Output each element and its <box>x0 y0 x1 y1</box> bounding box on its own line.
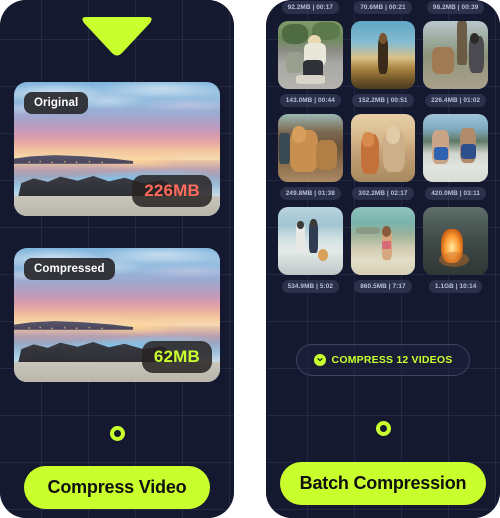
list-item[interactable]: 70.6MB | 00:21 <box>351 0 416 16</box>
compress-all-button[interactable]: COMPRESS 12 VIDEOS <box>296 344 470 376</box>
left-phone-panel: Original 226MB Compressed 62MB Compress … <box>0 0 234 518</box>
list-item[interactable]: 249.8MB | 01:38 <box>278 114 343 202</box>
video-thumbnail[interactable] <box>278 114 343 182</box>
list-item[interactable]: 152.2MB | 00:51 <box>350 21 416 109</box>
video-meta: 1.1GB | 10:14 <box>428 280 483 293</box>
list-item[interactable]: 860.5MB | 7:17 <box>350 207 416 295</box>
list-item[interactable]: 302.2MB | 02:17 <box>350 114 416 202</box>
ring-icon-right <box>266 421 500 436</box>
video-meta: 534.9MB | 5:02 <box>281 280 340 293</box>
original-label: Original <box>24 92 89 114</box>
list-item[interactable]: 226.4MB | 01:02 <box>423 21 488 109</box>
original-video-card[interactable]: Original 226MB <box>14 82 220 216</box>
video-meta: 70.6MB | 00:21 <box>354 1 412 14</box>
compress-video-button[interactable]: Compress Video <box>23 466 211 509</box>
video-meta: 152.2MB | 00:51 <box>352 94 414 107</box>
right-phone-panel: 92.2MB | 00:17 70.6MB | 00:21 98.2MB | 0… <box>266 0 500 518</box>
list-item[interactable]: 143.0MB | 00:44 <box>278 21 343 109</box>
compressed-label: Compressed <box>24 258 115 280</box>
list-item[interactable]: 420.0MB | 03:11 <box>423 114 488 202</box>
batch-compression-cta-wrap: Batch Compression <box>266 462 500 505</box>
dual-phone-showcase: Original 226MB Compressed 62MB Compress … <box>0 0 500 518</box>
video-thumbnail-grid: 92.2MB | 00:17 70.6MB | 00:21 98.2MB | 0… <box>278 0 488 295</box>
video-meta: 92.2MB | 00:17 <box>281 1 340 14</box>
video-thumbnail[interactable] <box>350 21 416 89</box>
compress-circle-icon <box>313 354 326 366</box>
list-item[interactable]: 1.1GB | 10:14 <box>423 207 488 295</box>
ring-icon-left <box>0 426 234 441</box>
video-meta: 98.2MB | 00:39 <box>426 1 485 14</box>
compress-video-cta-wrap: Compress Video <box>0 466 234 509</box>
triangle-down-icon <box>0 14 234 56</box>
video-thumbnail[interactable] <box>278 207 343 275</box>
original-size-badge: 226MB <box>132 175 212 207</box>
compressed-video-card[interactable]: Compressed 62MB <box>14 248 220 382</box>
list-item[interactable]: 92.2MB | 00:17 <box>278 0 343 16</box>
video-thumbnail[interactable] <box>423 21 488 89</box>
video-thumbnail[interactable] <box>423 207 488 275</box>
video-thumbnail[interactable] <box>423 114 488 182</box>
video-meta: 226.4MB | 01:02 <box>425 94 487 107</box>
video-meta: 860.5MB | 7:17 <box>354 280 412 293</box>
list-item[interactable]: 98.2MB | 00:39 <box>423 0 488 16</box>
video-thumbnail[interactable] <box>350 207 416 275</box>
video-meta: 420.0MB | 03:11 <box>425 187 487 200</box>
list-item[interactable]: 534.9MB | 5:02 <box>278 207 343 295</box>
compress-all-label: COMPRESS 12 VIDEOS <box>331 354 453 366</box>
video-meta: 302.2MB | 02:17 <box>352 187 414 200</box>
video-meta: 143.0MB | 00:44 <box>279 94 341 107</box>
compressed-size-badge: 62MB <box>141 341 212 373</box>
batch-compression-button[interactable]: Batch Compression <box>279 462 487 505</box>
video-thumbnail[interactable] <box>350 114 416 182</box>
video-thumbnail[interactable] <box>278 21 343 89</box>
video-meta: 249.8MB | 01:38 <box>279 187 341 200</box>
